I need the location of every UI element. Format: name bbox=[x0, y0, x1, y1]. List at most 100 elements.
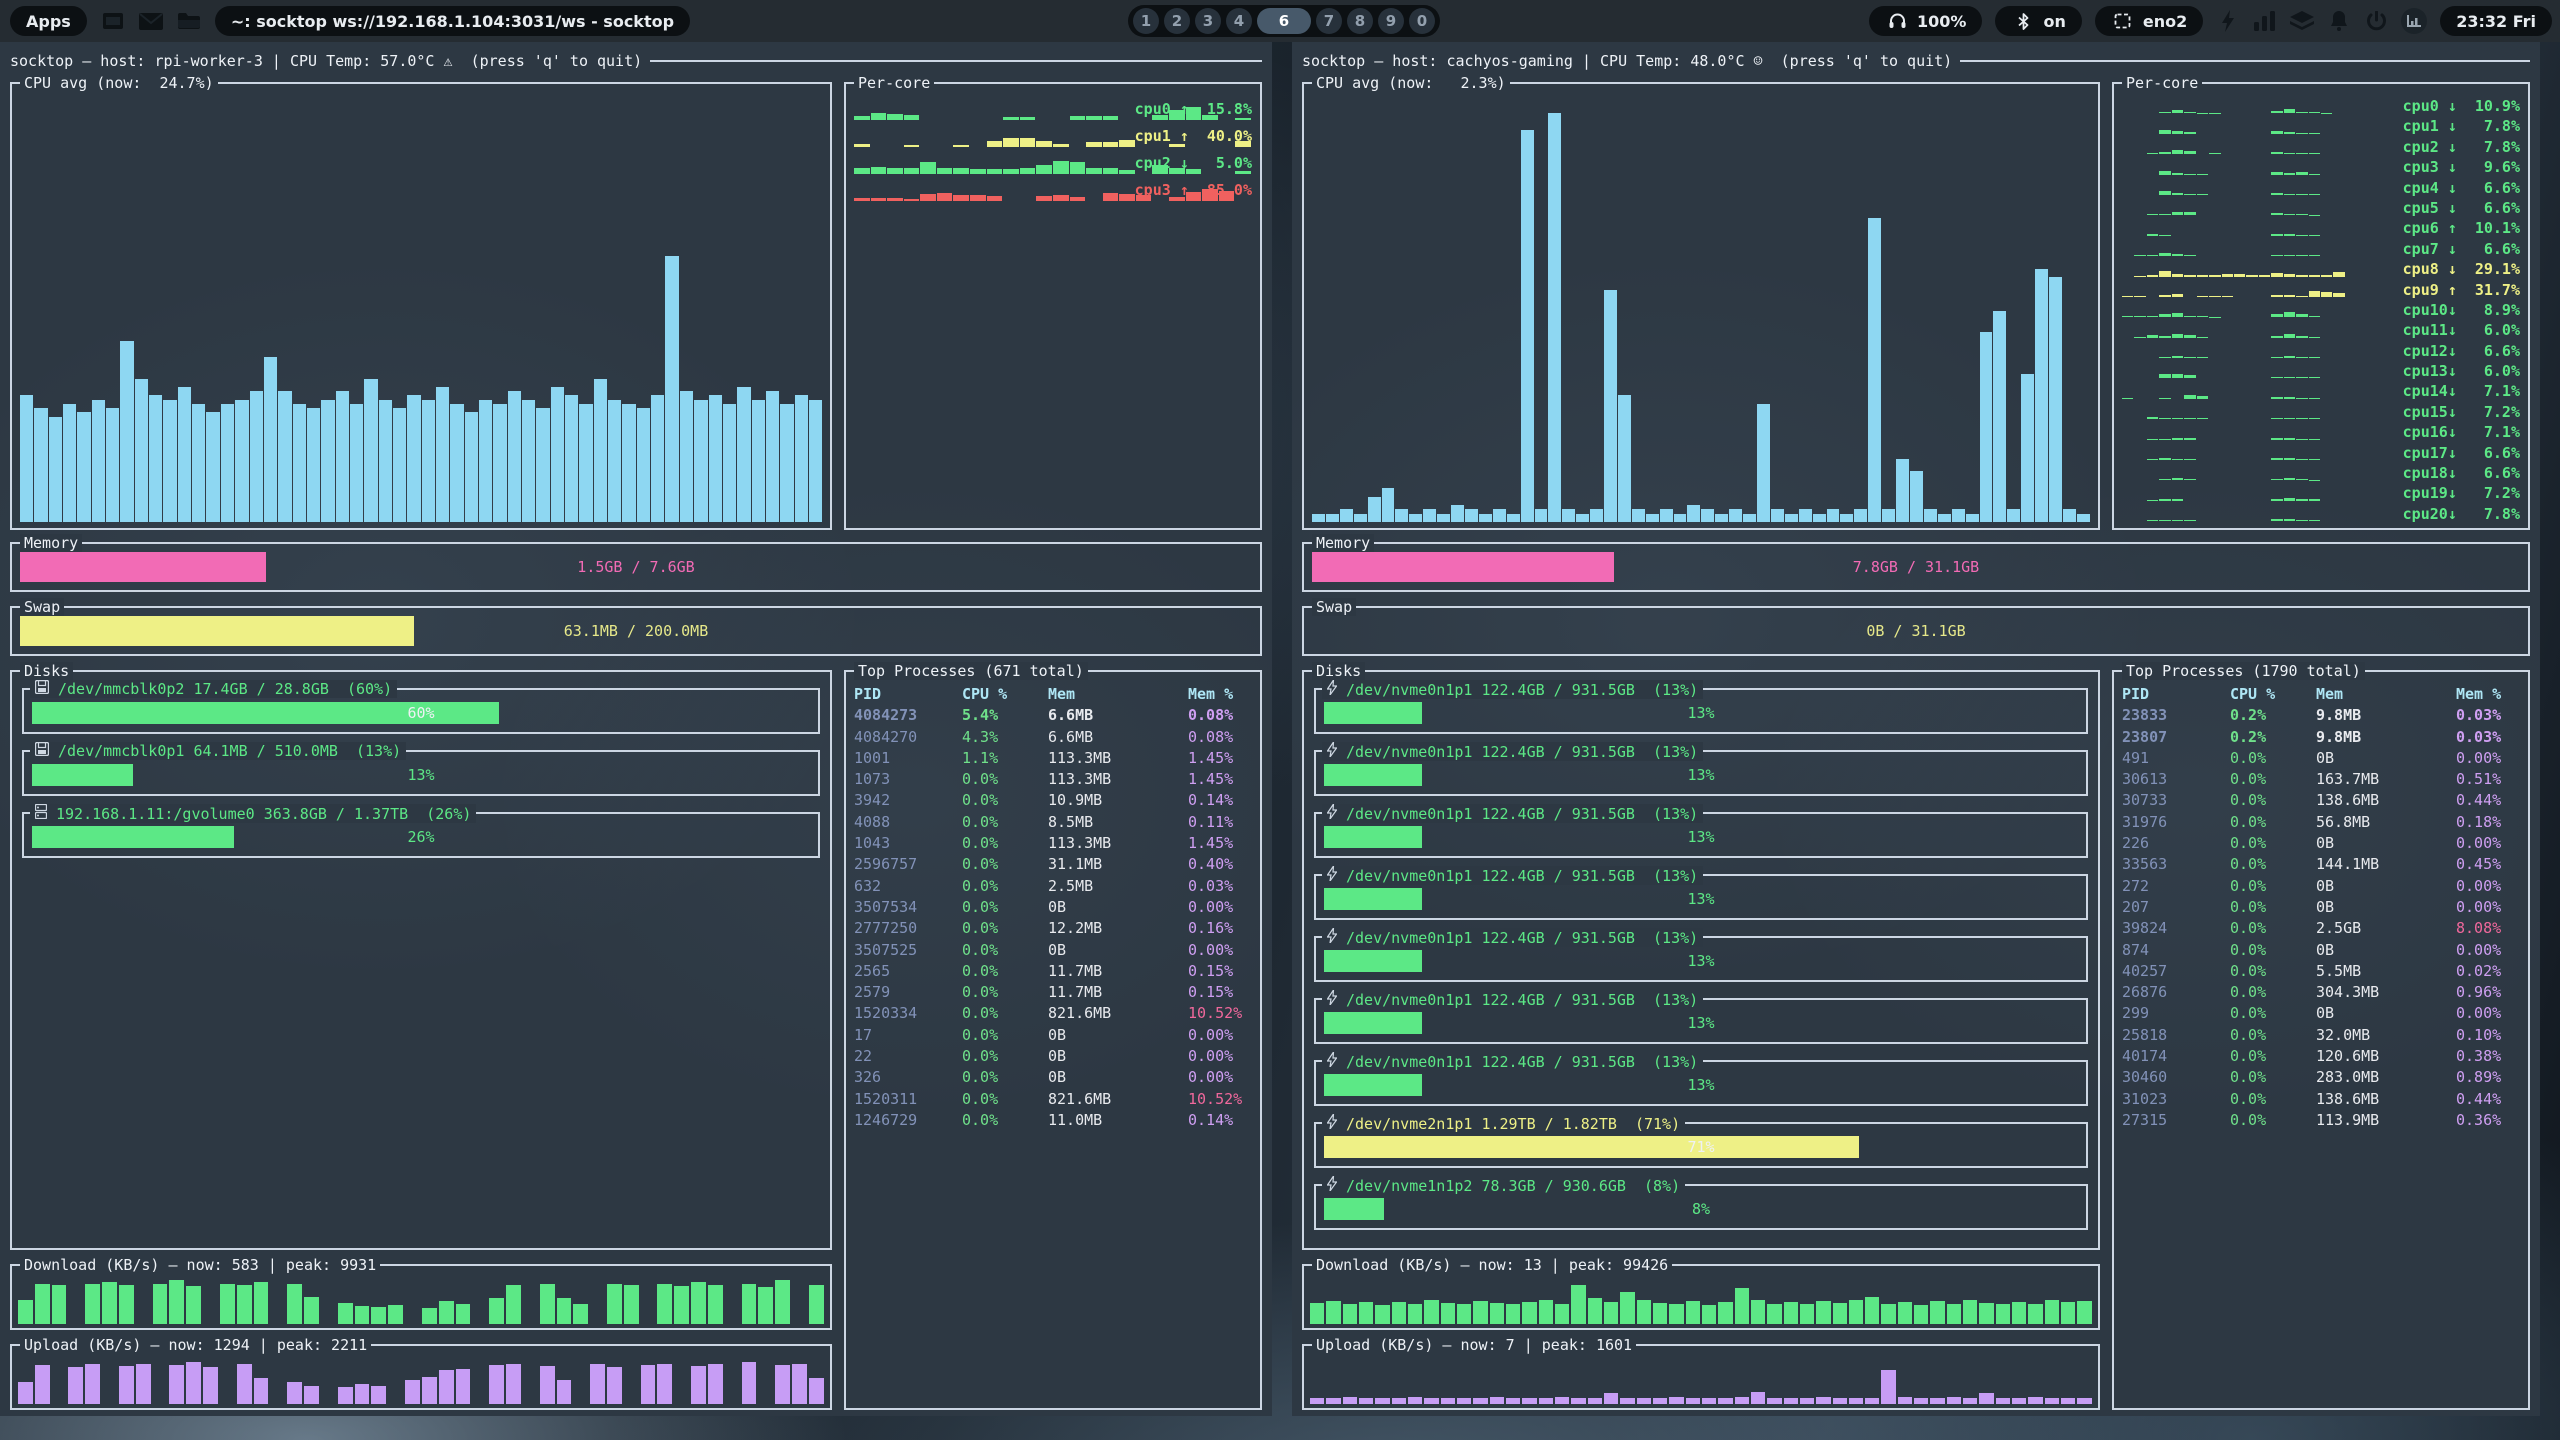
core-name: cpu15 bbox=[2403, 402, 2448, 422]
process-mem-percent: 0.96% bbox=[2456, 982, 2524, 1003]
layers-icon[interactable] bbox=[2290, 9, 2314, 33]
terminal-cachyos-gaming[interactable]: socktop — host: cachyos-gaming | CPU Tem… bbox=[1292, 42, 2540, 1416]
cpu-avg-panel: CPU avg (now: 24.7%) bbox=[10, 82, 832, 530]
folder-icon[interactable] bbox=[177, 9, 201, 33]
disk-percent-label: 13% bbox=[1324, 888, 2078, 910]
process-mem: 163.7MB bbox=[2316, 769, 2456, 790]
workspace-button[interactable]: 4 bbox=[1226, 8, 1252, 34]
disk-header: /dev/nvme0n1p1 122.4GB / 931.5GB (13%) bbox=[1322, 804, 1703, 823]
core-name: cpu2 bbox=[1135, 150, 1180, 176]
trend-arrow-icon: ↓ bbox=[2448, 259, 2466, 279]
core-percent: 7.2% bbox=[2466, 402, 2520, 422]
core-percent: 8.9% bbox=[2466, 300, 2520, 320]
core-name: cpu6 bbox=[2403, 218, 2448, 238]
core-label: cpu0 ↓ 10.9% bbox=[2403, 96, 2520, 116]
process-cpu: 0.0% bbox=[962, 1067, 1048, 1088]
process-cpu: 0.0% bbox=[962, 812, 1048, 833]
per-core-row: cpu5 ↓ 6.6% bbox=[2118, 198, 2524, 218]
workspace-number: 8 bbox=[1355, 12, 1365, 30]
process-table-header: PID CPU % Mem Mem % bbox=[854, 684, 1256, 705]
core-sparkline bbox=[2122, 160, 2346, 174]
nvme-flash-icon bbox=[1327, 928, 1337, 947]
per-core-row: cpu3 ↑ 85.0% bbox=[850, 177, 1256, 204]
mail-icon[interactable] bbox=[139, 9, 163, 33]
signal-bars-icon[interactable] bbox=[2253, 9, 2277, 33]
upload-title: Upload (KB/s) — now: 1294 | peak: 2211 bbox=[20, 1336, 371, 1354]
network-indicator[interactable]: eno2 bbox=[2095, 6, 2203, 36]
trend-arrow-icon: ↓ bbox=[2448, 320, 2466, 340]
core-label: cpu18 ↓ 6.6% bbox=[2403, 463, 2520, 483]
process-mem-percent: 0.44% bbox=[2456, 790, 2524, 811]
cpu-avg-panel: CPU avg (now: 2.3%) bbox=[1302, 82, 2100, 530]
apps-button[interactable]: Apps bbox=[10, 6, 87, 36]
disk-entry: /dev/nvme0n1p1 122.4GB / 931.5GB (13%) 1… bbox=[1314, 998, 2088, 1044]
core-label: cpu4 ↓ 6.6% bbox=[2403, 178, 2520, 198]
col-mem: Mem bbox=[1048, 684, 1188, 705]
bell-icon[interactable] bbox=[2327, 9, 2351, 33]
process-pid: 4084270 bbox=[854, 727, 962, 748]
workspace-button[interactable]: 6 bbox=[1257, 8, 1311, 34]
process-pid: 30460 bbox=[2122, 1067, 2230, 1088]
workspace-button[interactable]: 8 bbox=[1347, 8, 1373, 34]
per-core-row: cpu10 ↓ 8.9% bbox=[2118, 300, 2524, 320]
disk-gauge: 26% bbox=[32, 826, 810, 848]
core-percent: 31.7% bbox=[2466, 280, 2520, 300]
activity-icon[interactable] bbox=[2401, 8, 2427, 34]
core-label: cpu13 ↓ 6.0% bbox=[2403, 361, 2520, 381]
workspace-button[interactable]: 9 bbox=[1378, 8, 1404, 34]
per-core-row: cpu1 ↓ 7.8% bbox=[2118, 116, 2524, 136]
process-mem-percent: 0.51% bbox=[2456, 769, 2524, 790]
process-mem-percent: 0.03% bbox=[2456, 727, 2524, 748]
process-mem: 2.5MB bbox=[1048, 876, 1188, 897]
workspace-button[interactable]: 0 bbox=[1409, 8, 1435, 34]
apps-label: Apps bbox=[26, 12, 71, 31]
process-mem-percent: 0.00% bbox=[1188, 897, 1256, 918]
bolt-icon[interactable] bbox=[2216, 9, 2240, 33]
trend-arrow-icon: ↓ bbox=[2448, 402, 2466, 422]
process-mem-percent: 1.45% bbox=[1188, 769, 1256, 790]
process-mem-percent: 0.18% bbox=[2456, 812, 2524, 833]
process-pid: 1520311 bbox=[854, 1089, 962, 1110]
process-mem: 304.3MB bbox=[2316, 982, 2456, 1003]
disk-usage: 1.29TB / 1.82TB (71%) bbox=[1481, 1115, 1680, 1133]
process-mem-percent: 0.14% bbox=[1188, 790, 1256, 811]
core-label: cpu8 ↓ 29.1% bbox=[2403, 259, 2520, 279]
core-percent: 6.6% bbox=[2466, 178, 2520, 198]
window-title-pill[interactable]: ~: socktop ws://192.168.1.104:3031/ws - … bbox=[215, 6, 690, 36]
core-name: cpu1 bbox=[2403, 116, 2448, 136]
clock-pill[interactable]: 23:32 Fri bbox=[2440, 6, 2552, 36]
core-sparkline bbox=[2122, 344, 2346, 358]
core-percent: 40.0% bbox=[1198, 123, 1252, 149]
core-name: cpu11 bbox=[2403, 320, 2448, 340]
process-mem: 138.6MB bbox=[2316, 1089, 2456, 1110]
core-sparkline bbox=[2122, 446, 2346, 460]
per-core-row: cpu14 ↓ 7.1% bbox=[2118, 381, 2524, 401]
workspace-button[interactable]: 2 bbox=[1164, 8, 1190, 34]
disk-usage: 122.4GB / 931.5GB (13%) bbox=[1481, 929, 1698, 947]
process-cpu: 0.0% bbox=[962, 833, 1048, 854]
disk-name: /dev/nvme0n1p1 bbox=[1346, 991, 1472, 1009]
disk-header: /dev/mmcblk0p2 17.4GB / 28.8GB (60%) bbox=[30, 680, 397, 698]
bluetooth-indicator[interactable]: on bbox=[1995, 6, 2081, 36]
process-row: 4084270 4.3% 6.6MB 0.08% bbox=[854, 727, 1256, 748]
window-icon[interactable] bbox=[101, 9, 125, 33]
terminal-rpi-worker-3[interactable]: socktop — host: rpi-worker-3 | CPU Temp:… bbox=[0, 42, 1272, 1416]
core-sparkline bbox=[2122, 140, 2346, 154]
workspace-button[interactable]: 1 bbox=[1133, 8, 1159, 34]
per-core-list: cpu0 ↑ 15.8% cpu1 ↑ 40.0% bbox=[850, 96, 1256, 524]
volume-indicator[interactable]: 100% bbox=[1869, 6, 1982, 36]
disk-header: /dev/mmcblk0p1 64.1MB / 510.0MB (13%) bbox=[30, 742, 406, 760]
disk-entry: /dev/nvme0n1p1 122.4GB / 931.5GB (13%) 1… bbox=[1314, 750, 2088, 796]
process-pid: 40257 bbox=[2122, 961, 2230, 982]
core-sparkline bbox=[2122, 303, 2346, 317]
power-icon[interactable] bbox=[2364, 9, 2388, 33]
workspace-button[interactable]: 3 bbox=[1195, 8, 1221, 34]
socktop-header: socktop — host: cachyos-gaming | CPU Tem… bbox=[1302, 48, 2530, 74]
per-core-row: cpu19 ↓ 7.2% bbox=[2118, 483, 2524, 503]
process-mem-percent: 0.40% bbox=[1188, 854, 1256, 875]
process-mem: 11.7MB bbox=[1048, 982, 1188, 1003]
upload-title: Upload (KB/s) — now: 7 | peak: 1601 bbox=[1312, 1336, 1636, 1354]
workspace-button[interactable]: 7 bbox=[1316, 8, 1342, 34]
core-name: cpu17 bbox=[2403, 443, 2448, 463]
core-sparkline bbox=[2122, 283, 2346, 297]
